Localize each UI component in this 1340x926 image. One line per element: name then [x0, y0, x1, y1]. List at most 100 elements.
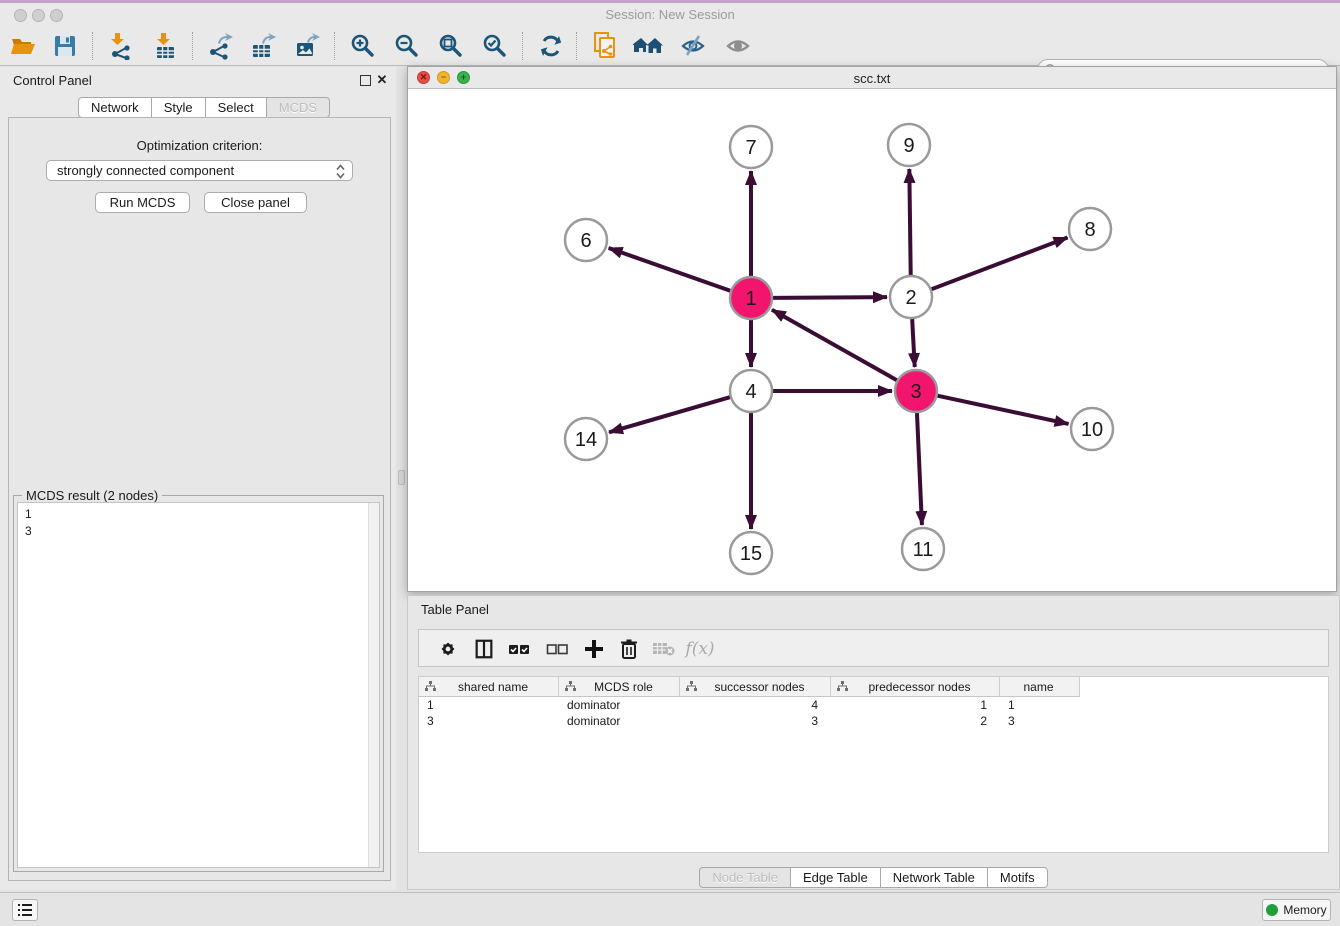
edge-3-11[interactable]: [917, 413, 922, 525]
cell-MCDS-role[interactable]: dominator: [559, 713, 680, 729]
column-header-MCDS-role[interactable]: MCDS role: [559, 677, 680, 697]
cell-MCDS-role[interactable]: dominator: [559, 697, 680, 713]
column-header-predecessor-nodes[interactable]: predecessor nodes: [831, 677, 1000, 697]
task-history-button[interactable]: [12, 899, 38, 921]
clone-network-icon[interactable]: [588, 29, 622, 63]
cell-successor-nodes[interactable]: 3: [680, 713, 831, 729]
edge-1-2[interactable]: [773, 297, 887, 298]
column-header-successor-nodes[interactable]: successor nodes: [680, 677, 831, 697]
export-image-icon[interactable]: [290, 29, 324, 63]
control-panel-tabs: NetworkStyleSelectMCDS: [78, 97, 330, 118]
graph-node-9[interactable]: 9: [888, 124, 930, 166]
export-table-icon[interactable]: [246, 29, 280, 63]
graph-node-1[interactable]: 1: [730, 277, 772, 319]
close-panel-icon[interactable]: ✕: [375, 72, 389, 88]
zoom-selected-icon[interactable]: [478, 29, 512, 63]
graph-node-7[interactable]: 7: [730, 126, 772, 168]
zoom-out-icon[interactable]: [390, 29, 424, 63]
graph-node-11[interactable]: 11: [902, 528, 944, 570]
save-session-icon[interactable]: [48, 29, 82, 63]
table-row[interactable]: 3dominator323: [419, 713, 1328, 729]
column-type-icon: [425, 681, 436, 692]
edge-4-14[interactable]: [609, 397, 730, 432]
settings-gear-icon[interactable]: [434, 635, 462, 663]
tab-select[interactable]: Select: [206, 97, 267, 118]
network-graph-canvas[interactable]: 1 2 3 4 6 7 8 9 10 11 14 15: [408, 89, 1336, 592]
column-header-name[interactable]: name: [1000, 677, 1080, 697]
tab-edge-table[interactable]: Edge Table: [791, 867, 881, 888]
memory-button[interactable]: Memory: [1262, 899, 1331, 921]
select-all-icon[interactable]: [505, 635, 533, 663]
graph-node-4[interactable]: 4: [730, 370, 772, 412]
tab-network-table[interactable]: Network Table: [881, 867, 988, 888]
close-panel-button[interactable]: Close panel: [204, 192, 307, 213]
graph-node-6[interactable]: 6: [565, 219, 607, 261]
svg-text:9: 9: [903, 135, 914, 157]
open-session-icon[interactable]: [6, 29, 40, 63]
column-label: predecessor nodes: [848, 680, 999, 694]
cell-name[interactable]: 3: [1000, 713, 1080, 729]
toolbar-separator: [92, 32, 93, 60]
hide-graphics-details-icon[interactable]: [676, 29, 710, 63]
edge-2-3[interactable]: [912, 319, 915, 367]
edge-3-10[interactable]: [938, 396, 1069, 424]
svg-text:6: 6: [580, 230, 591, 252]
memory-label: Memory: [1283, 903, 1326, 917]
graph-node-2[interactable]: 2: [890, 276, 932, 318]
tab-node-table[interactable]: Node Table: [699, 867, 791, 888]
delete-row-icon[interactable]: [615, 635, 643, 663]
optimization-criterion-select[interactable]: strongly connected component: [46, 160, 353, 181]
show-columns-icon[interactable]: [470, 635, 498, 663]
mcds-result-area[interactable]: 1 3: [17, 502, 380, 868]
import-network-icon[interactable]: [102, 29, 136, 63]
add-row-icon[interactable]: [580, 635, 608, 663]
refresh-icon[interactable]: [534, 29, 568, 63]
delete-table-icon: [650, 635, 678, 663]
network-view-window: ✕ − + scc.txt 1 2 3 4 6 7 8 9 10 11 14 15: [407, 66, 1337, 592]
show-graphics-details-icon[interactable]: [721, 29, 755, 63]
node-table: shared nameMCDS rolesuccessor nodes prede…: [418, 676, 1329, 853]
cell-successor-nodes[interactable]: 4: [680, 697, 831, 713]
deselect-all-icon[interactable]: [543, 635, 571, 663]
tab-motifs[interactable]: Motifs: [988, 867, 1048, 888]
float-panel-icon[interactable]: [360, 75, 371, 86]
zoom-fit-icon[interactable]: [434, 29, 468, 63]
cell-name[interactable]: 1: [1000, 697, 1080, 713]
graph-node-3[interactable]: 3: [895, 370, 937, 412]
graph-node-14[interactable]: 14: [565, 418, 607, 460]
mcds-result-group: MCDS result (2 nodes) 1 3: [13, 495, 384, 872]
column-header-shared-name[interactable]: shared name: [419, 677, 559, 697]
status-bar: Memory: [0, 892, 1340, 926]
export-network-icon[interactable]: [202, 29, 236, 63]
function-builder-icon: f(x): [686, 635, 714, 663]
table-header-row: shared nameMCDS rolesuccessor nodes prede…: [419, 677, 1328, 697]
result-scrollbar[interactable]: [368, 503, 379, 867]
edge-1-6[interactable]: [609, 248, 731, 291]
control-panel: Control Panel ✕ NetworkStyleSelectMCDS O…: [0, 67, 396, 890]
cell-predecessor-nodes[interactable]: 2: [831, 713, 1000, 729]
cell-shared-name[interactable]: 3: [419, 713, 559, 729]
svg-text:7: 7: [745, 137, 756, 159]
svg-text:3: 3: [910, 381, 921, 403]
zoom-in-icon[interactable]: [346, 29, 380, 63]
cell-shared-name[interactable]: 1: [419, 697, 559, 713]
cell-predecessor-nodes[interactable]: 1: [831, 697, 1000, 713]
mcds-result-title: MCDS result (2 nodes): [22, 488, 162, 503]
edge-2-8[interactable]: [932, 238, 1068, 290]
table-panel-tabs: Node TableEdge TableNetwork TableMotifs: [408, 867, 1339, 888]
graph-node-10[interactable]: 10: [1071, 408, 1113, 450]
tab-mcds[interactable]: MCDS: [267, 97, 330, 118]
tab-network[interactable]: Network: [78, 97, 152, 118]
edge-2-9[interactable]: [909, 169, 910, 275]
graph-node-15[interactable]: 15: [730, 532, 772, 574]
vertical-split-handle[interactable]: [398, 470, 405, 485]
network-window-titlebar[interactable]: ✕ − + scc.txt: [408, 67, 1336, 89]
import-table-icon[interactable]: [148, 29, 182, 63]
column-type-icon: [686, 681, 697, 692]
table-row[interactable]: 1dominator411: [419, 697, 1328, 713]
run-mcds-button[interactable]: Run MCDS: [95, 192, 190, 213]
tab-style[interactable]: Style: [152, 97, 206, 118]
home-icon[interactable]: [632, 29, 666, 63]
graph-node-8[interactable]: 8: [1069, 208, 1111, 250]
edge-3-1[interactable]: [772, 310, 897, 380]
